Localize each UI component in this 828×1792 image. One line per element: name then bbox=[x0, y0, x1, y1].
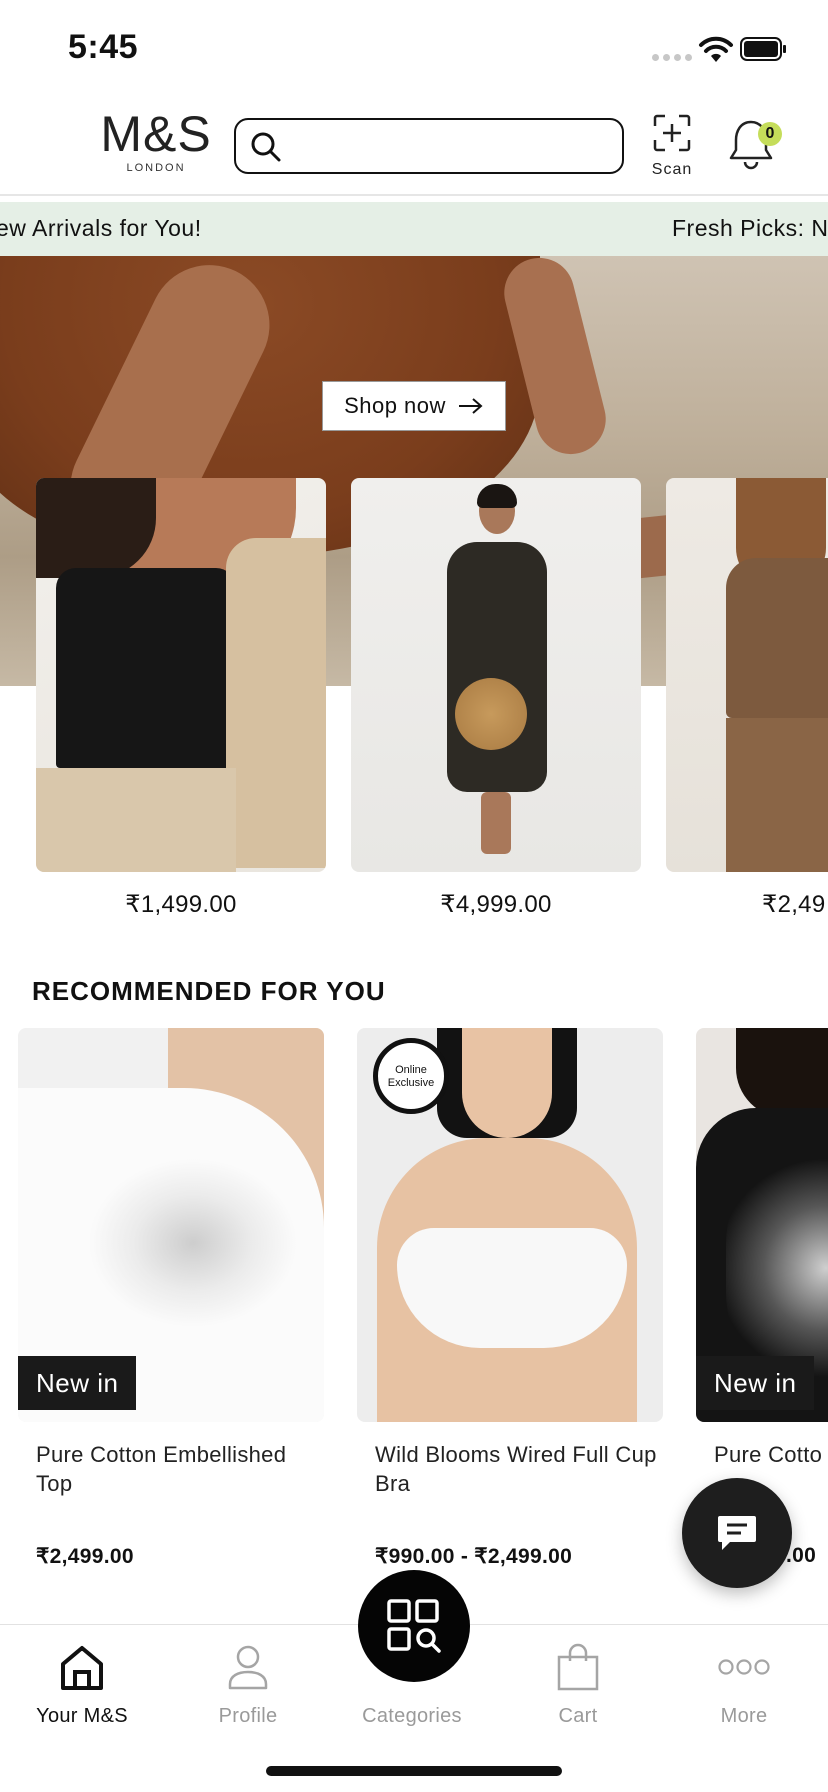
product-image: New in bbox=[696, 1028, 828, 1422]
shop-now-label: Shop now bbox=[344, 393, 446, 418]
wifi-icon bbox=[699, 36, 733, 62]
status-bar: 5:45 bbox=[0, 0, 828, 96]
new-in-badge: New in bbox=[18, 1356, 137, 1410]
product-price: ₹2,499.00 bbox=[36, 1545, 134, 1568]
scan-label: Scan bbox=[651, 161, 693, 178]
battery-icon bbox=[740, 37, 786, 61]
nav-label: More bbox=[720, 1705, 768, 1727]
nav-cart[interactable]: Cart bbox=[508, 1639, 648, 1728]
ms-logo[interactable]: M&S LONDON bbox=[100, 108, 212, 174]
promo-ticker[interactable]: ew Arrivals for You! Fresh Picks: Ne bbox=[0, 202, 828, 256]
ticker-item: Fresh Picks: Ne bbox=[672, 215, 828, 241]
shop-now-button[interactable]: Shop now bbox=[322, 381, 506, 431]
product-carousel[interactable]: ₹1,499.00 ₹4,999.00 ₹2,49 bbox=[0, 478, 828, 918]
ticker-item: ew Arrivals for You! bbox=[0, 215, 202, 241]
product-price: ₹2,49 bbox=[762, 891, 826, 918]
online-exclusive-badge: Online Exclusive bbox=[373, 1038, 449, 1114]
search-icon bbox=[251, 132, 281, 162]
status-time: 5:45 bbox=[68, 28, 139, 66]
signal-icon bbox=[652, 54, 692, 61]
home-indicator bbox=[266, 1766, 562, 1776]
product-image: New in bbox=[18, 1028, 324, 1422]
online-exclusive-line: Online bbox=[395, 1064, 427, 1076]
more-dots-icon bbox=[718, 1659, 770, 1675]
nav-your-ms[interactable]: Your M&S bbox=[12, 1639, 152, 1728]
notifications-button[interactable]: 0 bbox=[726, 114, 782, 170]
nav-profile[interactable]: Profile bbox=[178, 1639, 318, 1728]
scan-button[interactable]: Scan bbox=[648, 114, 696, 179]
nav-label: Your M&S bbox=[36, 1705, 128, 1727]
product-image bbox=[36, 478, 326, 872]
arrow-right-icon bbox=[458, 398, 483, 414]
chat-icon bbox=[718, 1516, 756, 1550]
product-image bbox=[351, 478, 641, 872]
chat-button[interactable] bbox=[682, 1478, 792, 1588]
search-bar[interactable] bbox=[234, 118, 624, 174]
nav-label: Categories bbox=[362, 1705, 462, 1727]
app-header: M&S LONDON Scan 0 bbox=[0, 96, 828, 196]
online-exclusive-line: Exclusive bbox=[387, 1077, 435, 1089]
nav-label: Cart bbox=[558, 1705, 598, 1727]
person-icon bbox=[228, 1645, 268, 1690]
categories-button[interactable] bbox=[358, 1570, 470, 1682]
new-in-badge: New in bbox=[696, 1356, 815, 1410]
home-icon bbox=[61, 1646, 103, 1690]
product-card[interactable]: ₹2,49 bbox=[666, 478, 828, 919]
product-price: ₹4,999.00 bbox=[440, 891, 552, 918]
section-title: RECOMMENDED FOR YOU bbox=[32, 976, 386, 1006]
product-price: ₹990.00 - ₹2,499.00 bbox=[375, 1545, 573, 1568]
nav-label: Profile bbox=[218, 1705, 278, 1727]
product-image: Online Exclusive bbox=[357, 1028, 663, 1422]
scan-icon bbox=[653, 114, 691, 152]
product-card[interactable]: ₹1,499.00 bbox=[36, 478, 326, 919]
categories-search-icon bbox=[387, 1599, 441, 1653]
shopping-bag-icon bbox=[557, 1643, 599, 1691]
product-card[interactable]: ₹4,999.00 bbox=[351, 478, 641, 919]
product-card[interactable]: Online Exclusive Wild Blooms Wired Full … bbox=[357, 1028, 663, 1569]
nav-more[interactable]: More bbox=[674, 1639, 814, 1728]
product-image bbox=[666, 478, 828, 872]
product-name: Pure Cotton Embellished Top bbox=[36, 1442, 287, 1496]
product-price: ₹1,499.00 bbox=[125, 891, 237, 918]
logo-wordmark: M&S bbox=[100, 106, 212, 162]
product-card[interactable]: New in Pure Cotton Embellished Top ₹2,49… bbox=[18, 1028, 324, 1569]
notification-count-badge: 0 bbox=[758, 122, 782, 146]
product-name: Wild Blooms Wired Full Cup Bra bbox=[375, 1442, 657, 1496]
logo-subtitle: LONDON bbox=[126, 162, 186, 174]
search-input[interactable] bbox=[294, 126, 614, 166]
